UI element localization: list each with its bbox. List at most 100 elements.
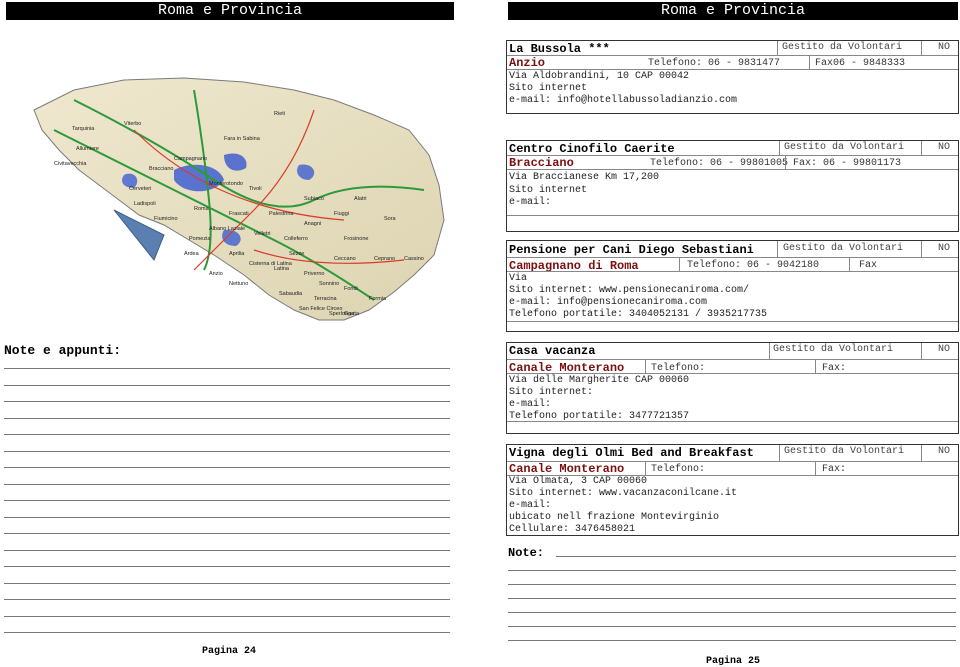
map-town-label: Monterotondo xyxy=(209,181,243,187)
map-town-label: Allumiere xyxy=(76,146,99,152)
note-line[interactable] xyxy=(4,417,450,419)
note-line[interactable] xyxy=(4,368,450,369)
map-town-label: Anagni xyxy=(304,221,321,227)
phone: Telefono: xyxy=(651,464,706,475)
page-number-left: Pagina 24 xyxy=(202,646,257,657)
map-town-label: Frascati xyxy=(229,211,249,217)
managed-by: Gestito da Volontari xyxy=(773,344,894,355)
note-line[interactable] xyxy=(4,384,450,386)
map-town-label: Colleferro xyxy=(284,236,308,242)
mobile-phone: Telefono portatile: 3404052131 / 3935217… xyxy=(509,309,768,320)
managed-flag: NO xyxy=(937,446,950,457)
map-town-label: Cerveteri xyxy=(129,186,151,192)
mobile-phone: Cellulare: 3476458021 xyxy=(509,524,636,535)
map-town-label: Tarquinia xyxy=(72,126,95,132)
map-town-label: Cisterna di Latina xyxy=(249,261,293,267)
fax: Fax xyxy=(859,260,878,271)
note-line[interactable] xyxy=(4,434,450,435)
note-line[interactable] xyxy=(4,599,450,600)
map-town-label: Cassino xyxy=(404,256,424,262)
map-town-label: Fondi xyxy=(344,286,358,292)
note-line[interactable] xyxy=(4,401,450,402)
website: Sito internet: www.vacanzaconilcane.it xyxy=(509,488,738,499)
right-page-header: Roma e Provincia xyxy=(508,2,958,20)
managed-by: Gestito da Volontari xyxy=(784,446,905,457)
note-line[interactable] xyxy=(4,483,450,485)
map-town-label: Terracina xyxy=(314,296,338,302)
managed-by: Gestito da Volontari xyxy=(784,142,905,153)
website: Sito internet xyxy=(509,185,588,196)
listing-card: Pensione per Cani Diego Sebastiani Gesti… xyxy=(506,240,959,332)
fax: Fax06 - 9848333 xyxy=(815,58,906,69)
map-town-label: Ardea xyxy=(184,251,200,257)
managed-flag: NO xyxy=(937,344,950,355)
email: e-mail: info@pensionecaniroma.com xyxy=(509,297,708,308)
map-town-label: Albano Laziale xyxy=(209,226,245,232)
fax: Fax: 06 - 99801173 xyxy=(793,158,902,169)
listing-name: Centro Cinofilo Caerite xyxy=(509,142,675,156)
note-line[interactable] xyxy=(508,626,956,627)
map-town-label: Sezze xyxy=(289,251,304,257)
note-line[interactable] xyxy=(508,640,956,641)
phone: Telefono: 06 - 9042180 xyxy=(687,260,820,271)
managed-flag: NO xyxy=(937,42,950,53)
note-line[interactable] xyxy=(4,632,450,633)
listing-location: Canale Monterano xyxy=(509,462,625,476)
note-line[interactable] xyxy=(508,612,956,613)
note-line[interactable] xyxy=(4,549,450,551)
address: Via Olmata, 3 CAP 00060 xyxy=(509,476,648,487)
map-town-label: Ladispoli xyxy=(134,201,156,207)
listing-name: Casa vacanza xyxy=(509,344,596,358)
note-line[interactable] xyxy=(4,516,450,518)
listing-name: Pensione per Cani Diego Sebastiani xyxy=(509,243,754,257)
map-town-label: Velletri xyxy=(254,231,271,237)
phone: Telefono: 06 - 9831477 xyxy=(648,58,781,69)
map-town-label: Nettuno xyxy=(229,281,248,287)
listing-name: Vigna degli Olmi Bed and Breakfast xyxy=(509,446,754,460)
note-line[interactable] xyxy=(4,615,450,617)
note-line[interactable] xyxy=(556,556,956,557)
listing-card: Centro Cinofilo Caerite Gestito da Volon… xyxy=(506,140,959,232)
note-line[interactable] xyxy=(508,570,956,571)
listing-location: Bracciano xyxy=(509,156,574,170)
listing-card: Vigna degli Olmi Bed and Breakfast Gesti… xyxy=(506,444,959,536)
map-town-label: Pomezia xyxy=(189,236,211,242)
email: e-mail: xyxy=(509,399,552,410)
phone: Telefono: 06 - 99801005 xyxy=(650,158,789,169)
province-map: Tarquinia Viterbo Civitavecchia Allumier… xyxy=(33,77,445,321)
map-town-label: Ceccano xyxy=(334,256,356,262)
note-line[interactable] xyxy=(4,450,450,452)
note-line[interactable] xyxy=(508,598,956,599)
fax: Fax: xyxy=(822,464,847,475)
map-town-label: Sabaudia xyxy=(279,291,303,297)
map-town-label: Fiuggi xyxy=(334,211,349,217)
map-town-label: Formia xyxy=(369,296,387,302)
website: Sito internet: xyxy=(509,387,594,398)
listing-card: Casa vacanza Gestito da Volontari NO Can… xyxy=(506,342,959,434)
map-town-label: Roma xyxy=(194,206,210,212)
address: Via Aldobrandini, 10 CAP 00042 xyxy=(509,71,690,82)
note-line[interactable] xyxy=(4,467,450,468)
map-town-label: Bracciano xyxy=(149,166,173,172)
note-line[interactable] xyxy=(4,533,450,534)
map-town-label: Fara in Sabina xyxy=(224,136,261,142)
note-line[interactable] xyxy=(4,582,450,584)
map-town-label: Palestrina xyxy=(269,211,294,217)
map-town-label: Campagnano xyxy=(174,156,207,162)
note-line[interactable] xyxy=(4,500,450,501)
managed-by: Gestito da Volontari xyxy=(783,243,904,254)
email: e-mail: xyxy=(509,500,552,511)
map-town-label: Sora xyxy=(384,216,397,222)
managed-by: Gestito da Volontari xyxy=(782,42,903,53)
listing-card: La Bussola *** Gestito da Volontari NO A… xyxy=(506,40,959,114)
note-line[interactable] xyxy=(508,584,956,585)
website: Sito internet xyxy=(509,83,588,94)
map-town-label: Fiumicino xyxy=(154,216,178,222)
map-town-label: Sonnino xyxy=(319,281,339,287)
website: Sito internet: www.pensionecaniroma.com/ xyxy=(509,285,750,296)
note-line[interactable] xyxy=(4,566,450,567)
map-town-label: San Felice Circeo xyxy=(299,306,342,312)
map-town-label: Subiaco xyxy=(304,196,324,202)
map-town-label: Civitavecchia xyxy=(54,161,87,167)
map-town-label: Rieti xyxy=(274,111,285,117)
